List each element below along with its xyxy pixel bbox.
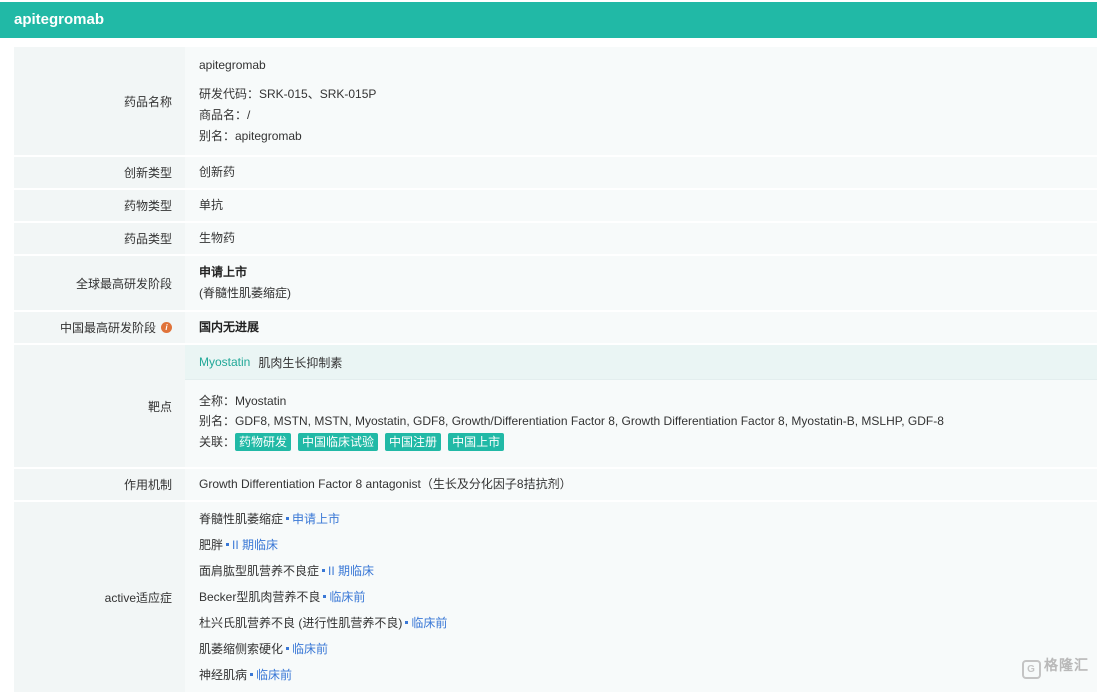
- indication-name: 面肩肱型肌营养不良症: [199, 564, 320, 578]
- drug-info-table: 药品名称 apitegromab 研发代码：SRK-015、SRK-015P 商…: [14, 47, 1097, 692]
- tag-drug-rd[interactable]: 药物研发: [235, 433, 292, 451]
- watermark-text: 格隆汇: [1044, 657, 1089, 673]
- indication-item: 脊髓性肌萎缩症 申请上市: [199, 506, 1097, 532]
- product-type-value: 生物药: [199, 231, 236, 245]
- indication-item: 神经肌病 临床前: [199, 662, 1097, 688]
- target-full-name: 全称：Myostatin: [199, 394, 287, 408]
- target-cn-name: 肌肉生长抑制素: [258, 355, 343, 370]
- global-stage-value: 申请上市: [199, 265, 248, 279]
- bullet-icon: [323, 595, 327, 599]
- row-label: 药品类型: [14, 223, 185, 254]
- row-value: 生物药: [185, 223, 1097, 254]
- bullet-icon: [405, 621, 409, 625]
- drug-name: apitegromab: [199, 58, 266, 72]
- info-icon[interactable]: i: [161, 322, 172, 333]
- row-value: 创新药: [185, 157, 1097, 188]
- tag-china-clinical-trial[interactable]: 中国临床试验: [298, 433, 379, 451]
- row-global-stage: 全球最高研发阶段 申请上市 (脊髓性肌萎缩症): [14, 256, 1097, 312]
- indication-name: 杜兴氏肌营养不良 (进行性肌营养不良): [199, 616, 403, 630]
- drug-title: apitegromab: [14, 11, 105, 28]
- row-label: active适应症: [14, 502, 185, 692]
- drug-code: 研发代码：SRK-015、SRK-015P: [199, 87, 377, 101]
- row-label: 靶点: [14, 345, 185, 467]
- target-header: Myostatin 肌肉生长抑制素: [185, 345, 1097, 380]
- indication-item: 肥胖 II 期临床: [199, 532, 1097, 558]
- tag-china-launch[interactable]: 中国上市: [448, 433, 505, 451]
- target-link[interactable]: Myostatin: [199, 355, 250, 369]
- row-value: 国内无进展: [185, 312, 1097, 343]
- drug-type-value: 单抗: [199, 198, 224, 212]
- row-drug-name: 药品名称 apitegromab 研发代码：SRK-015、SRK-015P 商…: [14, 47, 1097, 157]
- indication-name: 脊髓性肌萎缩症: [199, 512, 284, 526]
- indication-item: 杜兴氏肌营养不良 (进行性肌营养不良) 临床前: [199, 610, 1097, 636]
- china-stage-label: 中国最高研发阶段: [59, 321, 156, 335]
- row-value: 脊髓性肌萎缩症 申请上市 肥胖 II 期临床 面肩肱型肌营养不良症 II 期临床 Be…: [185, 502, 1097, 692]
- row-value: Myostatin 肌肉生长抑制素 全称：Myostatin 别名：GDF8, …: [185, 345, 1097, 467]
- indication-stage-link[interactable]: II 期临床: [328, 564, 374, 578]
- row-label: 中国最高研发阶段 i: [14, 312, 185, 343]
- page-header: apitegromab: [0, 2, 1097, 38]
- indication-item: 肌萎缩侧索硬化 临床前: [199, 636, 1097, 662]
- indication-item: Becker型肌肉营养不良 临床前: [199, 584, 1097, 610]
- indication-name: 神经肌病: [199, 668, 248, 682]
- drug-trade-name: 商品名：/: [199, 108, 251, 122]
- indication-name: Becker型肌肉营养不良: [199, 590, 321, 604]
- indication-stage-link[interactable]: 申请上市: [292, 512, 340, 526]
- indication-stage-link[interactable]: II 期临床: [232, 538, 278, 552]
- indication-stage-link[interactable]: 临床前: [329, 590, 365, 604]
- row-innovation: 创新类型 创新药: [14, 157, 1097, 190]
- indication-stage-link[interactable]: 临床前: [411, 616, 447, 630]
- row-value: 单抗: [185, 190, 1097, 221]
- drug-alias: 别名：apitegromab: [199, 129, 302, 143]
- row-indications: active适应症 脊髓性肌萎缩症 申请上市 肥胖 II 期临床 面肩肱型肌营养不良…: [14, 502, 1097, 692]
- row-label: 药品名称: [14, 47, 185, 155]
- bullet-icon: [286, 517, 290, 521]
- row-mechanism: 作用机制 Growth Differentiation Factor 8 ant…: [14, 469, 1097, 502]
- row-value: apitegromab 研发代码：SRK-015、SRK-015P 商品名：/ …: [185, 47, 1097, 155]
- row-value: Growth Differentiation Factor 8 antagoni…: [185, 469, 1097, 500]
- target-alias: 别名：GDF8, MSTN, MSTN, Myostatin, GDF8, Gr…: [199, 414, 944, 428]
- row-label: 作用机制: [14, 469, 185, 500]
- logo-icon: G: [1022, 660, 1041, 679]
- target-related: 关联： 药物研发 中国临床试验 中国注册 中国上市: [199, 431, 1097, 453]
- innovation-value: 创新药: [199, 165, 236, 179]
- row-value: 申请上市 (脊髓性肌萎缩症): [185, 256, 1097, 310]
- indication-name: 肥胖: [199, 538, 224, 552]
- indication-stage-link[interactable]: 临床前: [292, 642, 328, 656]
- mechanism-value: Growth Differentiation Factor 8 antagoni…: [199, 477, 572, 491]
- bullet-icon: [286, 647, 290, 651]
- bullet-icon: [226, 543, 230, 547]
- bullet-icon: [250, 673, 254, 677]
- row-label: 创新类型: [14, 157, 185, 188]
- tag-china-registration[interactable]: 中国注册: [385, 433, 442, 451]
- global-stage-note: (脊髓性肌萎缩症): [199, 286, 291, 300]
- row-china-stage: 中国最高研发阶段 i 国内无进展: [14, 312, 1097, 345]
- row-label: 全球最高研发阶段: [14, 256, 185, 310]
- watermark: G 格隆汇: [1022, 655, 1089, 679]
- related-label: 关联：: [199, 435, 236, 449]
- bullet-icon: [322, 569, 326, 573]
- row-label: 药物类型: [14, 190, 185, 221]
- indication-stage-link[interactable]: 临床前: [256, 668, 292, 682]
- row-drug-type: 药物类型 单抗: [14, 190, 1097, 223]
- row-product-type: 药品类型 生物药: [14, 223, 1097, 256]
- indication-name: 肌萎缩侧索硬化: [199, 642, 284, 656]
- china-stage-value: 国内无进展: [199, 320, 260, 334]
- indication-item: 面肩肱型肌营养不良症 II 期临床: [199, 558, 1097, 584]
- row-target: 靶点 Myostatin 肌肉生长抑制素 全称：Myostatin 别名：GDF…: [14, 345, 1097, 469]
